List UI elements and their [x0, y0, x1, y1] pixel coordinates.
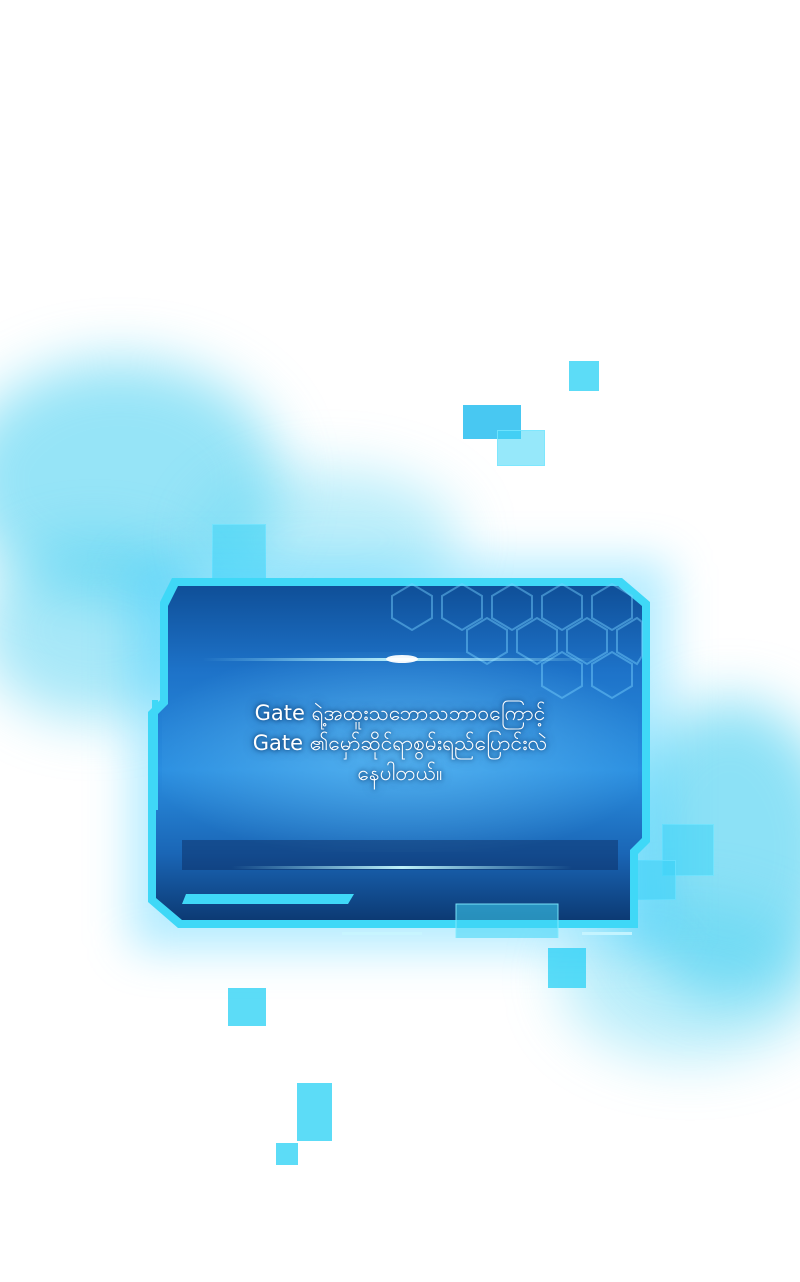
pixel-square: [497, 430, 545, 466]
dialog-line: နေပါတယ်။: [357, 761, 443, 785]
dialog-line: Gate ၏မှော်ဆိုင်ရာစွမ်းရည်ပြောင်းလဲ: [252, 731, 548, 755]
bottom-overlay-block: [455, 903, 559, 938]
bottom-light-beam: [232, 866, 572, 869]
manga-panel-scene: Gate ရဲ့အထူးသဘောသဘာဝကြောင့် Gate ၏မှော်ဆ…: [0, 0, 800, 1282]
bottom-dark-band: [182, 840, 618, 870]
pixel-square: [569, 361, 599, 391]
pixel-square: [276, 1143, 298, 1165]
top-beam-flare: [386, 655, 418, 663]
pixel-square: [548, 948, 586, 988]
bottom-edge-strip: [342, 932, 422, 935]
pixel-square: [228, 988, 266, 1026]
bottom-edge-strip: [582, 932, 632, 935]
dialog-text: Gate ရဲ့အထူးသဘောသဘာဝကြောင့် Gate ၏မှော်ဆ…: [170, 698, 630, 788]
bottom-left-bar: [182, 894, 354, 904]
dialog-line: Gate ရဲ့အထူးသဘောသဘာဝကြောင့်: [254, 701, 546, 725]
left-edge-accent: [152, 700, 158, 810]
pixel-square: [297, 1083, 332, 1141]
